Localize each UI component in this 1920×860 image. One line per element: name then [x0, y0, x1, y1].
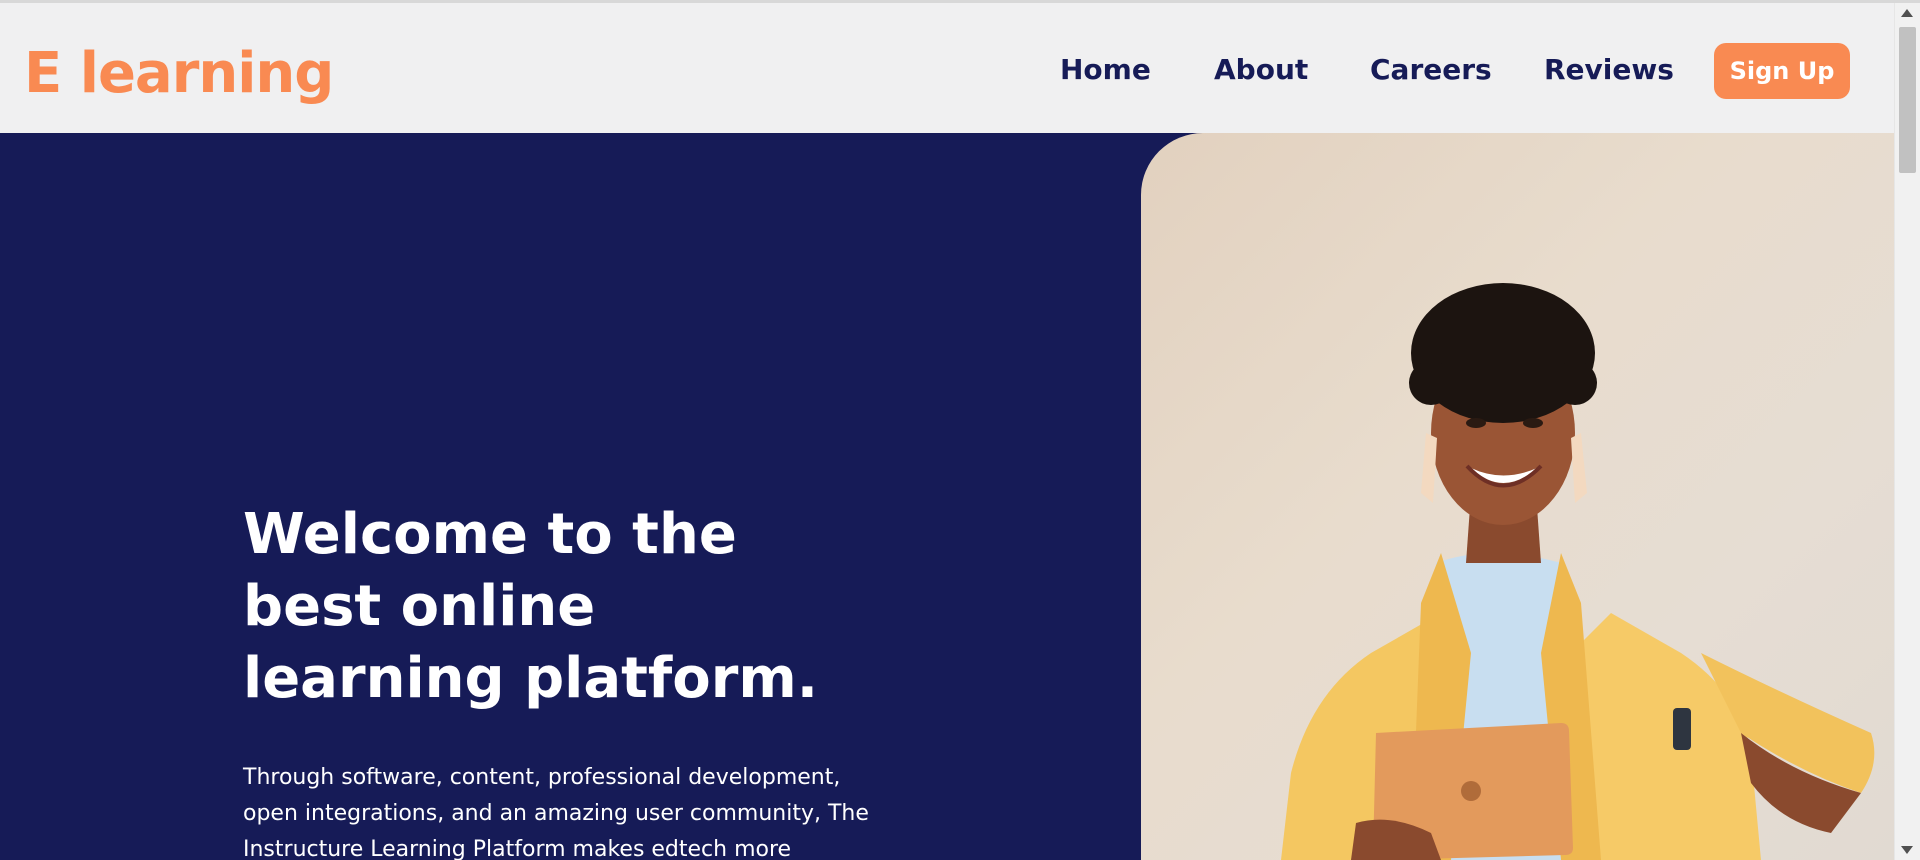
hero-photo — [1141, 133, 1894, 860]
woman-holding-tablet-photo-icon — [1281, 283, 1875, 860]
nav-home[interactable]: Home — [1060, 53, 1151, 86]
hero-title: Welcome to the best online learning plat… — [243, 502, 819, 711]
scroll-thumb[interactable] — [1899, 27, 1916, 173]
sign-up-button[interactable]: Sign Up — [1714, 43, 1850, 99]
logo[interactable]: E learning — [24, 41, 334, 106]
nav-about[interactable]: About — [1214, 53, 1308, 86]
hero-section: Welcome to the best online learning plat… — [0, 133, 1894, 860]
scroll-up-icon[interactable] — [1901, 9, 1913, 17]
scroll-down-icon[interactable] — [1901, 846, 1913, 854]
vertical-scrollbar[interactable] — [1894, 3, 1920, 860]
nav-careers[interactable]: Careers — [1370, 53, 1492, 86]
hero-description: Through software, content, professional … — [243, 765, 869, 860]
nav-reviews[interactable]: Reviews — [1544, 53, 1674, 86]
site-header: E learning Home About Careers Reviews Si… — [0, 3, 1894, 133]
